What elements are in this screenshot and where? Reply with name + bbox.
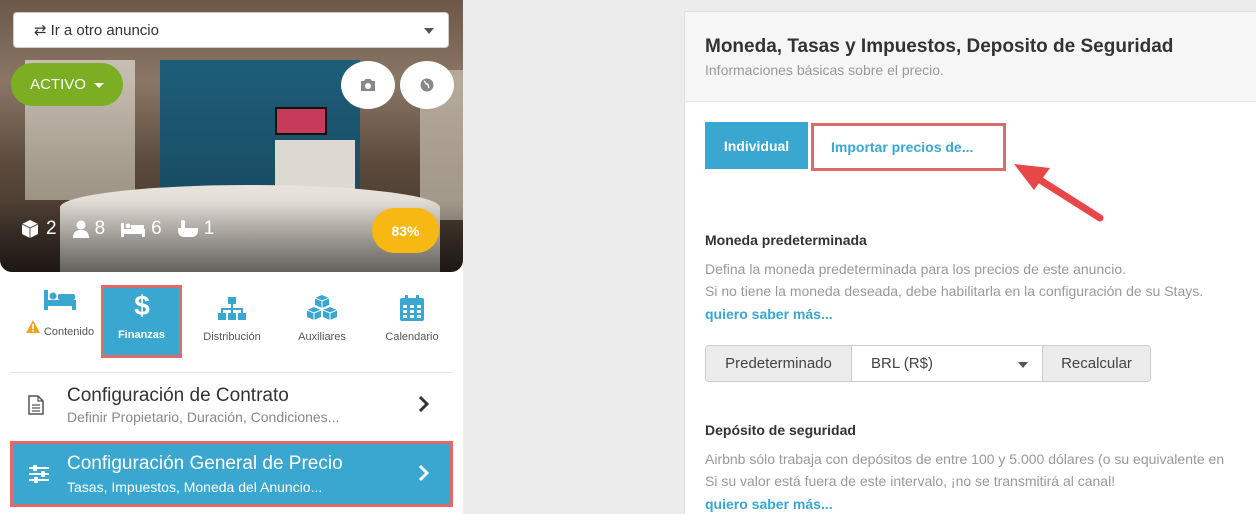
stat-baths: 1	[177, 218, 215, 240]
currency-learn-more-link[interactable]: quiero saber más...	[705, 306, 833, 322]
tab-contenido-label: Contenido	[43, 325, 95, 338]
tab-finanzas-label: Finanzas	[117, 329, 166, 341]
currency-section-title: Moneda predeterminada	[705, 232, 867, 248]
deposit-section-title: Depósito de seguridad	[705, 422, 856, 438]
chevron-down-icon	[424, 28, 434, 34]
stat-baths-value: 1	[203, 218, 215, 239]
price-settings-panel: Moneda, Tasas y Impuestos, Deposito de S…	[684, 11, 1256, 514]
panel-header: Moneda, Tasas y Impuestos, Deposito de S…	[685, 12, 1256, 102]
chevron-right-icon	[418, 464, 430, 482]
location-button[interactable]	[400, 61, 454, 109]
menu-item-title: Configuración de Contrato	[67, 385, 289, 406]
deposit-desc-1: Airbnb sólo trabaja con depósitos de ent…	[705, 451, 1225, 467]
tab-calendario[interactable]: Calendario	[366, 285, 458, 357]
menu-item-subtitle: Tasas, Impuestos, Moneda del Anuncio...	[67, 479, 323, 495]
listing-photo: ⇄ Ir a otro anuncio ACTIVO 2 8 6 1 83%	[0, 0, 463, 272]
tab-distribucion-label: Distribución	[203, 331, 261, 343]
menu-item-precio[interactable]: Configuración General de Precio Tasas, I…	[10, 441, 453, 507]
swap-icon: ⇄	[34, 22, 47, 39]
annotation-arrow-icon	[1014, 164, 1104, 222]
stat-guests: 8	[72, 218, 106, 240]
bath-icon	[177, 220, 198, 237]
stat-beds: 6	[121, 218, 162, 240]
stat-guests-value: 8	[94, 218, 106, 239]
currency-select-value: BRL (R$)	[871, 355, 933, 372]
warning-icon	[25, 320, 40, 333]
dollar-icon: $	[134, 291, 150, 319]
photo-tv	[275, 107, 327, 135]
tab-auxiliares-label: Auxiliares	[298, 331, 346, 343]
status-dropdown-button[interactable]: ACTIVO	[11, 63, 123, 106]
stat-beds-value: 6	[151, 218, 162, 239]
menu-item-subtitle: Definir Propietario, Duración, Condicion…	[67, 409, 340, 425]
completion-score-badge: 83%	[372, 208, 439, 253]
user-icon	[72, 220, 89, 238]
tab-finanzas[interactable]: $ Finanzas	[101, 285, 182, 358]
left-sidebar: ⇄ Ir a otro anuncio ACTIVO 2 8 6 1 83% C…	[0, 0, 463, 514]
tab-contenido[interactable]: Contenido	[10, 285, 110, 357]
cubes-icon	[306, 295, 338, 320]
currency-desc-1: Defina la moneda predeterminada para los…	[705, 261, 1127, 277]
score-value: 83%	[391, 222, 420, 239]
menu-item-contrato[interactable]: Configuración de Contrato Definir Propie…	[10, 373, 453, 437]
currency-desc-2: Si no tiene la moneda deseada, debe habi…	[705, 283, 1204, 299]
recalculate-button[interactable]: Recalcular	[1043, 346, 1150, 381]
deposit-learn-more-link[interactable]: quiero saber más...	[705, 496, 833, 512]
tab-label-row: Contenido	[25, 320, 95, 343]
currency-input-group: Predeterminado BRL (R$) Recalcular	[705, 345, 1151, 382]
bed-icon	[44, 290, 76, 310]
import-prices-button[interactable]: Importar precios de...	[811, 123, 1006, 171]
camera-icon	[361, 79, 375, 91]
sitemap-icon	[218, 297, 246, 320]
cube-icon	[21, 220, 39, 238]
status-label: ACTIVO	[30, 76, 86, 93]
deposit-desc-2: Si su valor está fuera de este intervalo…	[705, 473, 1116, 489]
tab-calendario-label: Calendario	[385, 331, 439, 343]
panel-title: Moneda, Tasas y Impuestos, Deposito de S…	[705, 36, 1174, 57]
chevron-right-icon	[418, 395, 430, 413]
section-tabs: Contenido $ Finanzas Distribución Auxili…	[0, 285, 463, 360]
bed-icon	[121, 223, 146, 237]
ad-selector-label: Ir a otro anuncio	[50, 21, 159, 39]
tab-distribucion[interactable]: Distribución	[188, 285, 276, 357]
listing-stats: 2 8 6 1	[20, 218, 214, 240]
tab-auxiliares[interactable]: Auxiliares	[280, 285, 364, 357]
photos-button[interactable]	[341, 61, 395, 109]
stat-rooms-value: 2	[46, 218, 57, 239]
page-root: ⇄ Ir a otro anuncio ACTIVO 2 8 6 1 83% C…	[0, 0, 1256, 514]
panel-subtitle: Informaciones básicas sobre el precio.	[705, 62, 944, 78]
svg-text:$: $	[134, 291, 150, 319]
individual-button[interactable]: Individual	[705, 122, 808, 169]
currency-select[interactable]: BRL (R$)	[852, 346, 1043, 381]
calendar-icon	[400, 295, 424, 321]
default-currency-label: Predeterminado	[706, 346, 852, 381]
ad-selector[interactable]: ⇄ Ir a otro anuncio	[13, 12, 449, 48]
chevron-down-icon	[1018, 362, 1028, 368]
caret-down-icon	[93, 83, 104, 88]
globe-icon	[420, 78, 434, 92]
sliders-icon	[29, 465, 49, 483]
document-icon	[28, 395, 44, 415]
stat-rooms: 2	[20, 218, 57, 240]
menu-item-title: Configuración General de Precio	[67, 453, 343, 474]
